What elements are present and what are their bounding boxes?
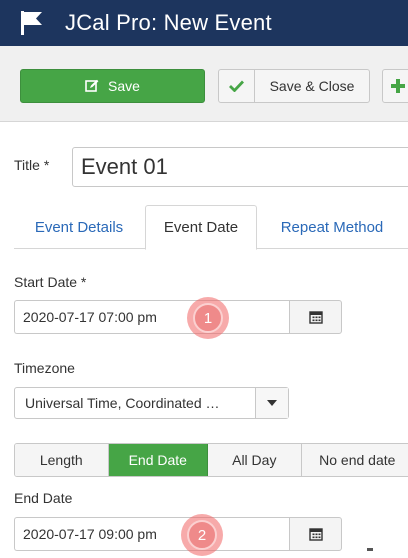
save-and-new-button[interactable] <box>382 69 408 103</box>
length-option[interactable]: Length <box>15 444 109 476</box>
plus-icon <box>391 79 405 93</box>
flag-icon <box>21 11 42 35</box>
scroll-indicator <box>367 548 373 551</box>
all-day-option[interactable]: All Day <box>208 444 302 476</box>
start-date-calendar-button[interactable] <box>289 300 342 334</box>
no-end-date-option[interactable]: No end date <box>301 444 408 476</box>
save-button-label: Save <box>108 78 140 94</box>
toolbar: Save Save & Close <box>0 46 408 122</box>
timezone-label: Timezone <box>14 360 75 376</box>
title-label: Title * <box>14 157 50 173</box>
tab-bar: Event Details Event Date Repeat Method <box>14 205 408 250</box>
end-date-label: End Date <box>14 490 73 506</box>
page-title: JCal Pro: New Event <box>65 10 272 35</box>
callout-number: 2 <box>187 520 217 550</box>
save-and-close-label: Save & Close <box>269 78 355 94</box>
end-date-option[interactable]: End Date <box>108 444 209 476</box>
app-header: JCal Pro: New Event <box>0 0 408 46</box>
save-button[interactable]: Save <box>20 69 205 103</box>
end-date-group: 2020-07-17 09:00 pm <box>14 517 342 551</box>
check-icon <box>219 70 255 102</box>
callout-marker-1: 1 <box>187 297 229 339</box>
save-and-close-button[interactable]: Save & Close <box>218 69 370 103</box>
end-options-group: Length End Date All Day No end date <box>14 443 408 477</box>
tab-event-date[interactable]: Event Date <box>145 205 257 250</box>
edit-icon <box>85 79 99 92</box>
callout-marker-2: 2 <box>181 514 223 556</box>
start-date-label: Start Date * <box>14 274 87 290</box>
callout-number: 1 <box>193 303 223 333</box>
start-date-input[interactable]: 2020-07-17 07:00 pm <box>14 300 289 334</box>
tab-repeat-method[interactable]: Repeat Method <box>267 205 397 249</box>
start-date-group: 2020-07-17 07:00 pm <box>14 300 342 334</box>
timezone-select[interactable]: Universal Time, Coordinated … <box>14 387 289 419</box>
end-date-input[interactable]: 2020-07-17 09:00 pm <box>14 517 289 551</box>
calendar-icon <box>308 311 323 324</box>
tab-event-details[interactable]: Event Details <box>14 205 144 249</box>
title-input[interactable]: Event 01 <box>72 147 408 187</box>
calendar-icon <box>308 528 323 541</box>
caret-down-icon <box>255 388 288 418</box>
end-date-calendar-button[interactable] <box>289 517 342 551</box>
timezone-value: Universal Time, Coordinated … <box>25 395 220 411</box>
